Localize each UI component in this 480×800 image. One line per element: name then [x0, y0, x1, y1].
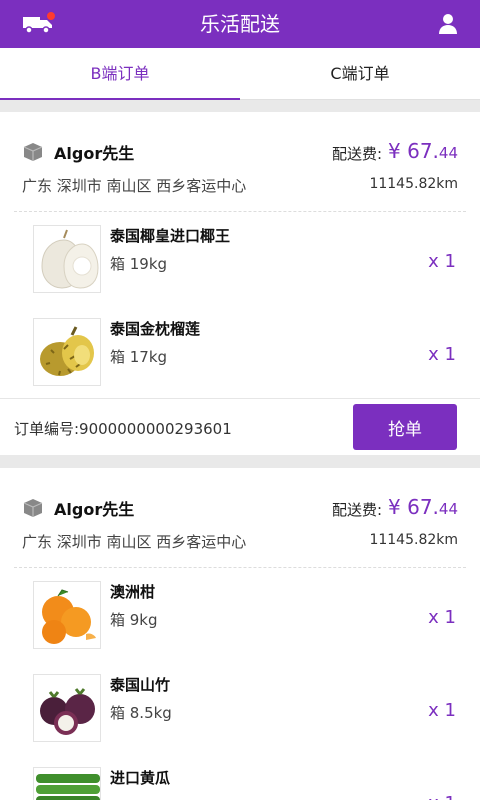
list-item[interactable]: 泰国山竹 箱 8.5kg x 1: [0, 674, 480, 744]
user-icon[interactable]: [438, 13, 458, 35]
order-tabs: B端订单 C端订单: [0, 48, 480, 100]
product-name: 进口黄瓜: [110, 769, 171, 787]
divider: [14, 211, 466, 212]
package-icon: [23, 142, 43, 162]
customer-name: Algor先生: [54, 144, 135, 163]
delivery-fee-label: 配送费:: [331, 145, 382, 163]
cucumber-thumbnail: [33, 767, 101, 800]
durian-thumbnail: [33, 318, 101, 386]
grab-order-button[interactable]: 抢单: [353, 404, 457, 450]
package-icon: [23, 498, 43, 518]
product-quantity: x 1: [428, 700, 456, 721]
tab-b-orders[interactable]: B端订单: [0, 48, 240, 100]
order-number: 订单编号:9000000000293601: [14, 420, 232, 438]
customer-name: Algor先生: [54, 500, 135, 519]
product-spec: 箱 8.5kg: [110, 704, 172, 722]
product-spec: 箱 9kg: [110, 611, 158, 629]
app-title: 乐活配送: [200, 12, 280, 36]
product-name: 泰国金枕榴莲: [110, 320, 201, 338]
mangosteen-thumbnail: [33, 674, 101, 742]
delivery-address: 广东 深圳市 南山区 西乡客运中心: [22, 533, 247, 551]
product-quantity: x 1: [428, 251, 456, 272]
list-item[interactable]: 泰国金枕榴莲 箱 17kg x 1: [0, 318, 480, 388]
product-name: 泰国椰皇进口椰王: [110, 227, 231, 245]
tab-c-orders[interactable]: C端订单: [240, 48, 480, 100]
delivery-fee: ¥ 67.44: [388, 495, 458, 519]
distance: 11145.82km: [369, 176, 458, 192]
product-name: 澳洲柑: [110, 583, 156, 601]
delivery-fee-label: 配送费:: [331, 501, 382, 519]
divider: [0, 398, 480, 399]
top-bar: 乐活配送: [0, 0, 480, 48]
order-card: Algor先生 配送费: ¥ 67.44 广东 深圳市 南山区 西乡客运中心 1…: [0, 468, 480, 800]
list-item[interactable]: 泰国椰皇进口椰王 箱 19kg x 1: [0, 225, 480, 295]
product-spec: 箱 19kg: [110, 255, 168, 273]
delivery-address: 广东 深圳市 南山区 西乡客运中心: [22, 177, 247, 195]
list-item[interactable]: 澳洲柑 箱 9kg x 1: [0, 581, 480, 651]
coconut-thumbnail: [33, 225, 101, 293]
delivery-fee: ¥ 67.44: [388, 139, 458, 163]
product-quantity: x 1: [428, 607, 456, 628]
product-name: 泰国山竹: [110, 676, 171, 694]
distance: 11145.82km: [369, 532, 458, 548]
product-quantity: x 1: [428, 344, 456, 365]
mandarin-thumbnail: [33, 581, 101, 649]
product-spec: 箱 17kg: [110, 348, 168, 366]
product-quantity: x 1: [428, 793, 456, 800]
divider: [14, 567, 466, 568]
order-card: Algor先生 配送费: ¥ 67.44 广东 深圳市 南山区 西乡客运中心 1…: [0, 112, 480, 455]
list-item[interactable]: 进口黄瓜 x 1: [0, 767, 480, 800]
